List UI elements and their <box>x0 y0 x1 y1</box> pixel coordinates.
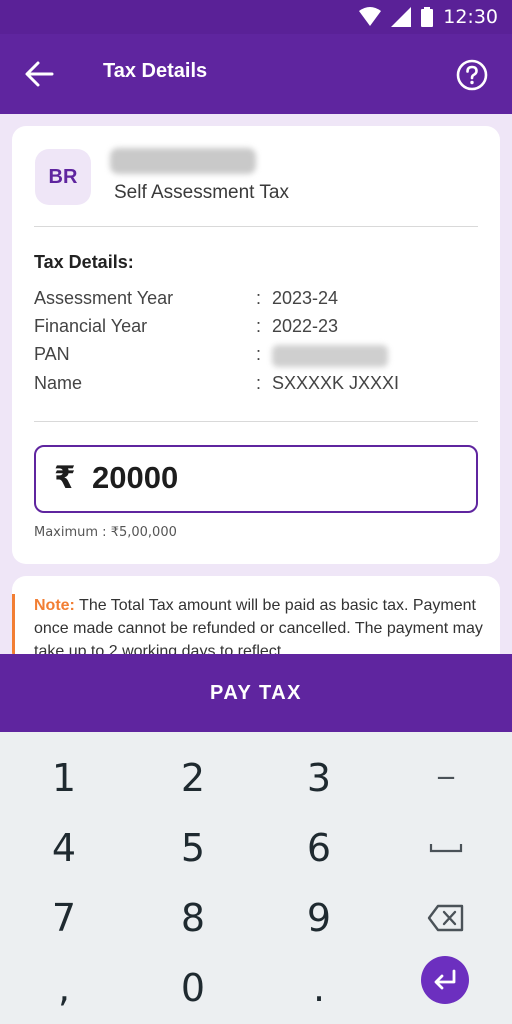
key-8[interactable]: 8 <box>153 888 233 948</box>
biller-name-redacted <box>110 148 256 174</box>
pan-redacted <box>272 345 388 367</box>
key-backspace[interactable] <box>406 888 486 948</box>
note-lead: Note: <box>34 597 75 614</box>
detail-row-assessment-year: Assessment Year : 2023-24 <box>34 288 474 314</box>
detail-value: 2023-24 <box>272 288 339 308</box>
biller-subtitle: Self Assessment Tax <box>114 182 289 203</box>
biller-avatar: BR <box>35 149 91 205</box>
detail-label: Name <box>34 373 83 393</box>
help-icon[interactable] <box>455 58 489 92</box>
key-period[interactable]: . <box>279 958 359 1018</box>
divider <box>34 421 478 422</box>
key-2[interactable]: 2 <box>153 748 233 808</box>
status-bar: 12:30 <box>0 0 512 34</box>
space-icon <box>429 844 463 853</box>
detail-label: Assessment Year <box>34 288 174 308</box>
detail-row-pan: PAN : <box>34 344 474 370</box>
key-7[interactable]: 7 <box>24 888 104 948</box>
maximum-amount-hint: Maximum : ₹5,00,000 <box>34 525 177 540</box>
key-3[interactable]: 3 <box>279 748 359 808</box>
app-bar: Tax Details <box>0 34 512 114</box>
key-space[interactable] <box>406 818 486 878</box>
key-comma[interactable]: , <box>24 958 104 1018</box>
back-arrow-icon[interactable] <box>22 59 56 89</box>
pay-tax-label: PAY TAX <box>209 682 302 704</box>
backspace-icon <box>427 904 464 932</box>
key-5[interactable]: 5 <box>153 818 233 878</box>
tax-details-card: BR Self Assessment Tax Tax Details: Asse… <box>12 126 500 564</box>
numeric-keyboard: 1 2 3 − 4 5 6 7 8 9 , 0 . <box>0 732 512 1024</box>
detail-colon: : <box>256 344 262 364</box>
key-9[interactable]: 9 <box>279 888 359 948</box>
amount-input[interactable]: ₹ 20000 <box>34 445 478 513</box>
enter-icon <box>434 969 456 990</box>
key-4[interactable]: 4 <box>24 818 104 878</box>
key-0[interactable]: 0 <box>153 958 233 1018</box>
detail-value: 2022-23 <box>272 316 339 336</box>
battery-icon <box>421 7 434 27</box>
key-minus[interactable]: − <box>406 748 486 808</box>
detail-label: PAN <box>34 344 70 364</box>
status-time: 12:30 <box>443 6 498 28</box>
detail-colon: : <box>256 316 262 336</box>
key-6[interactable]: 6 <box>279 818 359 878</box>
key-enter[interactable] <box>421 956 469 1004</box>
detail-row-name: Name : SXXXXK JXXXI <box>34 373 474 399</box>
signal-icon <box>391 7 412 27</box>
divider <box>34 226 478 227</box>
detail-colon: : <box>256 373 262 393</box>
tax-details-heading: Tax Details: <box>34 252 134 272</box>
key-1[interactable]: 1 <box>24 748 104 808</box>
page-title: Tax Details <box>103 60 208 82</box>
detail-value: SXXXXK JXXXI <box>272 373 400 393</box>
detail-colon: : <box>256 288 262 308</box>
pay-tax-button[interactable]: PAY TAX <box>0 654 512 732</box>
amount-value: 20000 <box>92 460 179 495</box>
note-text: Note: The Total Tax amount will be paid … <box>34 594 484 663</box>
rupee-symbol: ₹ <box>54 460 76 496</box>
wifi-icon <box>359 7 382 26</box>
note-card: Note: The Total Tax amount will be paid … <box>12 576 500 666</box>
detail-label: Financial Year <box>34 316 148 336</box>
detail-row-financial-year: Financial Year : 2022-23 <box>34 316 474 342</box>
note-body: The Total Tax amount will be paid as bas… <box>34 597 483 660</box>
